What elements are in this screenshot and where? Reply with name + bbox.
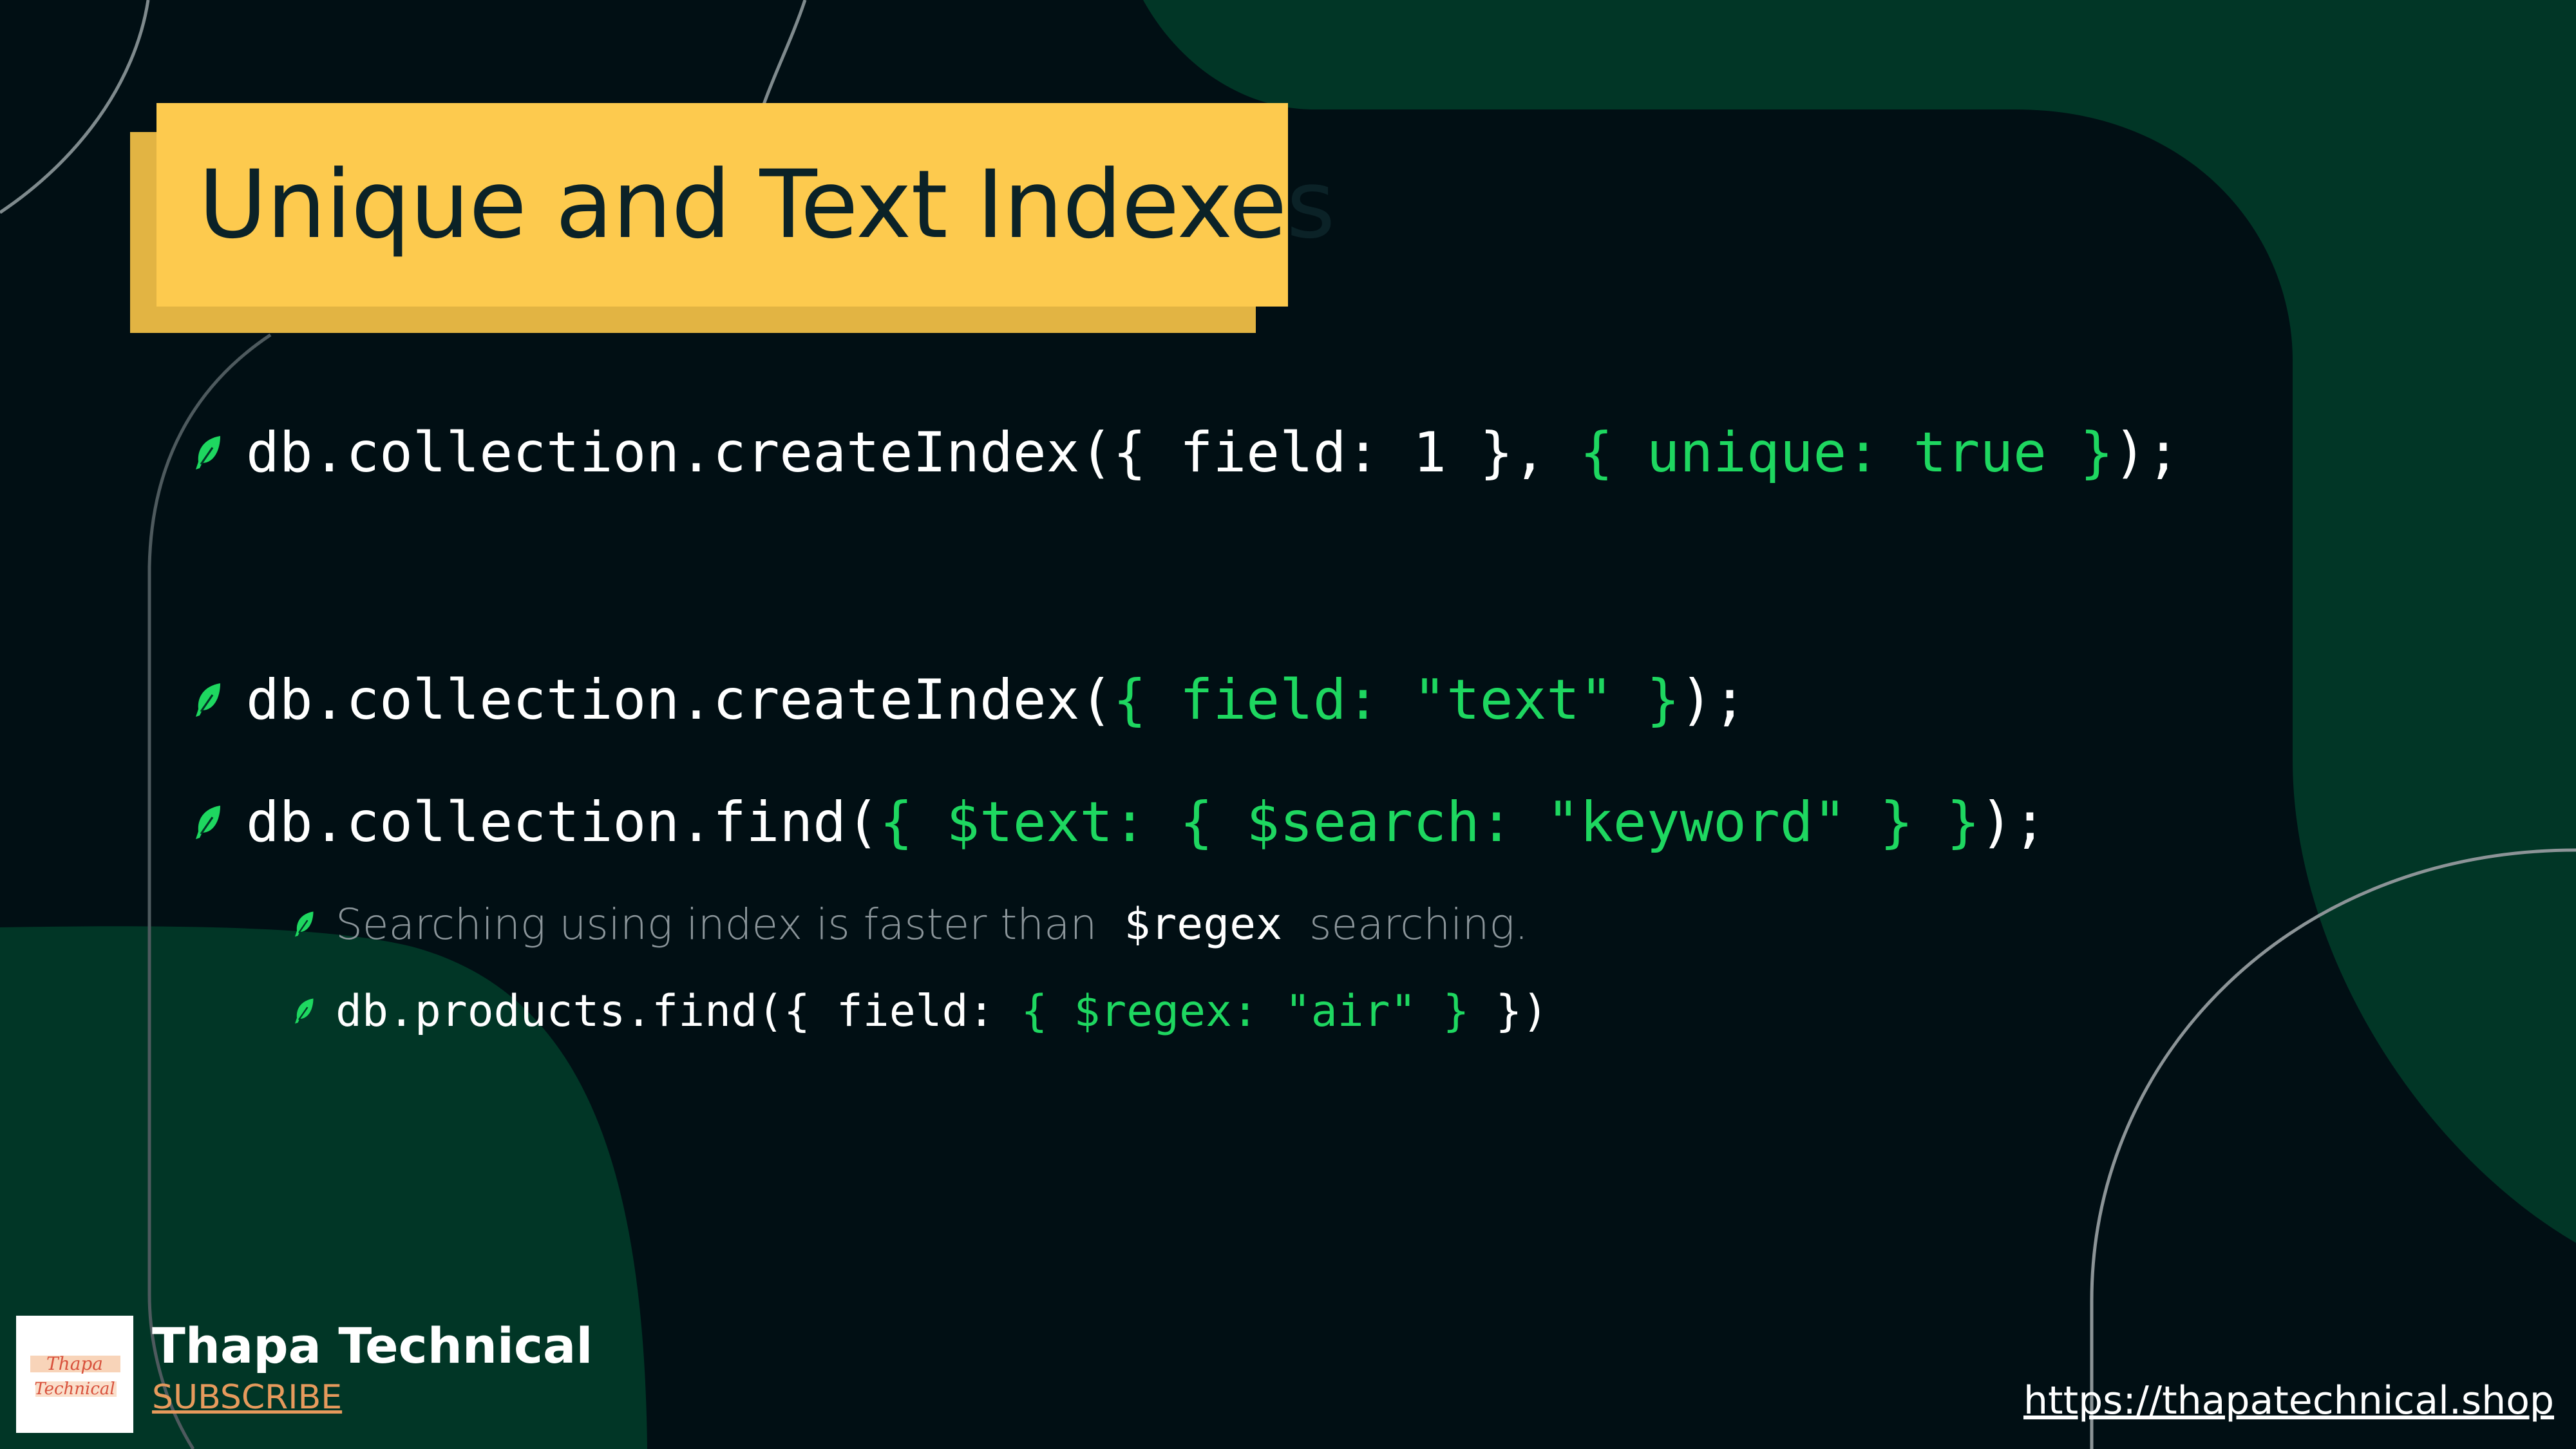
website-link[interactable]: https://thapatechnical.shop [2023, 1378, 2554, 1423]
code-text-green: { $text: { $search: "keyword" } } [879, 790, 1980, 855]
sub-bullet-regex-note: Searching using index is faster than $re… [293, 892, 1528, 956]
code-text-white: db.collection.createIndex( [246, 668, 1113, 732]
code-text-white: ); [1680, 668, 1747, 732]
code-text-white: ); [1980, 790, 2047, 855]
code-text-green: { $regex: "air" } [1021, 985, 1470, 1037]
sub-bullet-regex-example: db.products.find({ field: { $regex: "air… [293, 979, 1548, 1043]
leaf-icon [196, 683, 220, 717]
arc-top-left [0, 0, 150, 214]
page-title: Unique and Text Indexes [198, 150, 1336, 260]
code-bullet-text-index: db.collection.createIndex( { field: "tex… [193, 661, 1747, 739]
leaf-icon [196, 806, 220, 839]
logo-graphic: Thapa Technical [16, 1316, 133, 1433]
code-text-white: db.products.find({ field: [336, 985, 1021, 1037]
prose-text: searching. [1309, 899, 1529, 949]
code-bullet-unique-index: db.collection.createIndex({ field: 1 }, … [193, 414, 2180, 491]
logo-text-line2: Technical [34, 1379, 115, 1399]
subscribe-link[interactable]: SUBSCRIBE [152, 1378, 342, 1417]
leaf-icon [295, 998, 314, 1024]
code-text-white: db.collection.createIndex({ field: 1 }, [246, 421, 1547, 485]
code-text-white: ); [2113, 421, 2181, 485]
channel-logo[interactable]: Thapa Technical [16, 1316, 133, 1433]
leaf-icon [196, 436, 220, 469]
code-text-white: db.collection.find( [246, 790, 880, 855]
arc-top-center [761, 0, 807, 107]
code-bullet-text-search: db.collection.find( { $text: { $search: … [193, 784, 2047, 861]
leaf-icon [295, 911, 314, 937]
green-blob-top-right [1143, 0, 2576, 1243]
code-text-green: { unique: true } [1546, 421, 2114, 485]
inline-code: $regex [1124, 898, 1283, 950]
logo-text-line1: Thapa [46, 1353, 103, 1374]
prose-text: Searching using index is faster than [336, 899, 1097, 949]
code-text-white: }) [1469, 985, 1549, 1037]
code-text-green: { field: "text" } [1113, 668, 1680, 732]
channel-name: Thapa Technical [152, 1317, 593, 1374]
title-banner: Unique and Text Indexes [156, 103, 1336, 307]
